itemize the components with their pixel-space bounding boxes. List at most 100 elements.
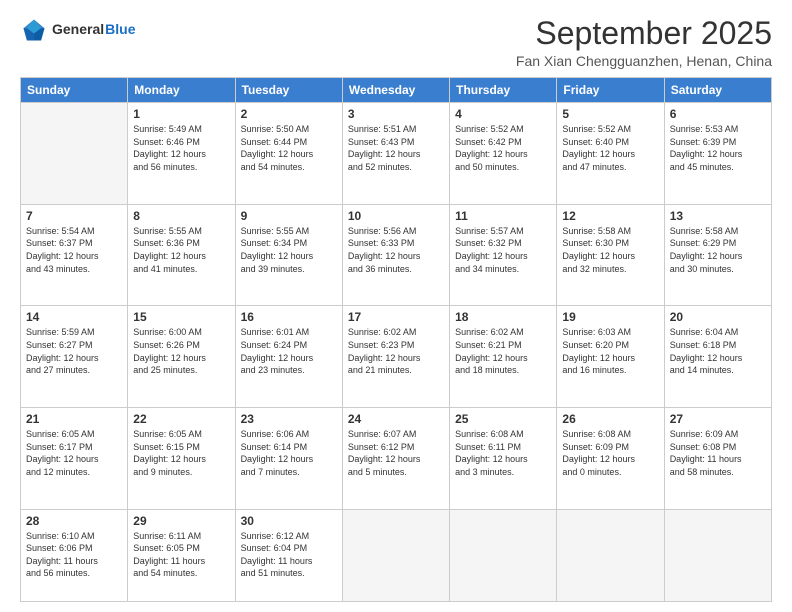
day-info: Sunrise: 6:02 AMSunset: 6:21 PMDaylight:… <box>455 326 551 376</box>
calendar-week-4: 21 Sunrise: 6:05 AMSunset: 6:17 PMDaylig… <box>21 408 772 510</box>
day-number: 8 <box>133 209 229 223</box>
calendar-week-5: 28 Sunrise: 6:10 AMSunset: 6:06 PMDaylig… <box>21 509 772 601</box>
day-info: Sunrise: 6:02 AMSunset: 6:23 PMDaylight:… <box>348 326 444 376</box>
calendar-cell: 28 Sunrise: 6:10 AMSunset: 6:06 PMDaylig… <box>21 509 128 601</box>
calendar-cell: 20 Sunrise: 6:04 AMSunset: 6:18 PMDaylig… <box>664 306 771 408</box>
day-number: 26 <box>562 412 658 426</box>
day-number: 11 <box>455 209 551 223</box>
day-number: 17 <box>348 310 444 324</box>
calendar-cell: 16 Sunrise: 6:01 AMSunset: 6:24 PMDaylig… <box>235 306 342 408</box>
day-info: Sunrise: 6:08 AMSunset: 6:11 PMDaylight:… <box>455 428 551 478</box>
day-number: 28 <box>26 514 122 528</box>
day-info: Sunrise: 6:11 AMSunset: 6:05 PMDaylight:… <box>133 530 229 580</box>
logo-general: General <box>52 22 104 37</box>
calendar-cell: 10 Sunrise: 5:56 AMSunset: 6:33 PMDaylig… <box>342 204 449 306</box>
calendar-cell <box>21 103 128 205</box>
calendar-cell: 1 Sunrise: 5:49 AMSunset: 6:46 PMDayligh… <box>128 103 235 205</box>
page: General Blue September 2025 Fan Xian Che… <box>0 0 792 612</box>
day-number: 24 <box>348 412 444 426</box>
calendar-cell: 4 Sunrise: 5:52 AMSunset: 6:42 PMDayligh… <box>450 103 557 205</box>
calendar-header-monday: Monday <box>128 78 235 103</box>
calendar-cell: 17 Sunrise: 6:02 AMSunset: 6:23 PMDaylig… <box>342 306 449 408</box>
calendar-cell: 3 Sunrise: 5:51 AMSunset: 6:43 PMDayligh… <box>342 103 449 205</box>
day-number: 27 <box>670 412 766 426</box>
calendar-cell: 18 Sunrise: 6:02 AMSunset: 6:21 PMDaylig… <box>450 306 557 408</box>
calendar-cell <box>450 509 557 601</box>
calendar-cell: 13 Sunrise: 5:58 AMSunset: 6:29 PMDaylig… <box>664 204 771 306</box>
day-info: Sunrise: 5:52 AMSunset: 6:42 PMDaylight:… <box>455 123 551 173</box>
calendar-header-friday: Friday <box>557 78 664 103</box>
day-number: 7 <box>26 209 122 223</box>
day-info: Sunrise: 5:59 AMSunset: 6:27 PMDaylight:… <box>26 326 122 376</box>
day-info: Sunrise: 6:05 AMSunset: 6:17 PMDaylight:… <box>26 428 122 478</box>
day-number: 16 <box>241 310 337 324</box>
calendar-week-1: 1 Sunrise: 5:49 AMSunset: 6:46 PMDayligh… <box>21 103 772 205</box>
day-info: Sunrise: 6:09 AMSunset: 6:08 PMDaylight:… <box>670 428 766 478</box>
day-number: 2 <box>241 107 337 121</box>
calendar-cell: 7 Sunrise: 5:54 AMSunset: 6:37 PMDayligh… <box>21 204 128 306</box>
calendar-header-thursday: Thursday <box>450 78 557 103</box>
calendar-week-2: 7 Sunrise: 5:54 AMSunset: 6:37 PMDayligh… <box>21 204 772 306</box>
day-info: Sunrise: 5:55 AMSunset: 6:34 PMDaylight:… <box>241 225 337 275</box>
calendar-cell: 15 Sunrise: 6:00 AMSunset: 6:26 PMDaylig… <box>128 306 235 408</box>
day-info: Sunrise: 6:00 AMSunset: 6:26 PMDaylight:… <box>133 326 229 376</box>
day-number: 23 <box>241 412 337 426</box>
day-info: Sunrise: 6:05 AMSunset: 6:15 PMDaylight:… <box>133 428 229 478</box>
day-number: 1 <box>133 107 229 121</box>
calendar-cell <box>664 509 771 601</box>
calendar-cell: 8 Sunrise: 5:55 AMSunset: 6:36 PMDayligh… <box>128 204 235 306</box>
day-number: 13 <box>670 209 766 223</box>
calendar-header-sunday: Sunday <box>21 78 128 103</box>
day-info: Sunrise: 6:03 AMSunset: 6:20 PMDaylight:… <box>562 326 658 376</box>
day-number: 22 <box>133 412 229 426</box>
month-title: September 2025 <box>516 16 772 51</box>
day-number: 5 <box>562 107 658 121</box>
day-info: Sunrise: 5:58 AMSunset: 6:30 PMDaylight:… <box>562 225 658 275</box>
day-info: Sunrise: 5:56 AMSunset: 6:33 PMDaylight:… <box>348 225 444 275</box>
day-info: Sunrise: 5:55 AMSunset: 6:36 PMDaylight:… <box>133 225 229 275</box>
calendar-header-saturday: Saturday <box>664 78 771 103</box>
calendar-cell: 21 Sunrise: 6:05 AMSunset: 6:17 PMDaylig… <box>21 408 128 510</box>
logo-text: General Blue <box>52 22 135 37</box>
day-number: 10 <box>348 209 444 223</box>
calendar-cell: 23 Sunrise: 6:06 AMSunset: 6:14 PMDaylig… <box>235 408 342 510</box>
logo: General Blue <box>20 16 135 44</box>
day-info: Sunrise: 5:57 AMSunset: 6:32 PMDaylight:… <box>455 225 551 275</box>
calendar-cell: 9 Sunrise: 5:55 AMSunset: 6:34 PMDayligh… <box>235 204 342 306</box>
day-number: 30 <box>241 514 337 528</box>
calendar-cell: 12 Sunrise: 5:58 AMSunset: 6:30 PMDaylig… <box>557 204 664 306</box>
calendar-cell: 24 Sunrise: 6:07 AMSunset: 6:12 PMDaylig… <box>342 408 449 510</box>
calendar-cell: 25 Sunrise: 6:08 AMSunset: 6:11 PMDaylig… <box>450 408 557 510</box>
day-info: Sunrise: 6:01 AMSunset: 6:24 PMDaylight:… <box>241 326 337 376</box>
logo-icon <box>20 16 48 44</box>
calendar-cell: 2 Sunrise: 5:50 AMSunset: 6:44 PMDayligh… <box>235 103 342 205</box>
day-number: 29 <box>133 514 229 528</box>
day-info: Sunrise: 5:49 AMSunset: 6:46 PMDaylight:… <box>133 123 229 173</box>
day-info: Sunrise: 5:53 AMSunset: 6:39 PMDaylight:… <box>670 123 766 173</box>
day-info: Sunrise: 5:58 AMSunset: 6:29 PMDaylight:… <box>670 225 766 275</box>
calendar-cell: 6 Sunrise: 5:53 AMSunset: 6:39 PMDayligh… <box>664 103 771 205</box>
logo-blue: Blue <box>105 22 135 37</box>
day-number: 12 <box>562 209 658 223</box>
calendar: SundayMondayTuesdayWednesdayThursdayFrid… <box>20 77 772 602</box>
day-info: Sunrise: 5:52 AMSunset: 6:40 PMDaylight:… <box>562 123 658 173</box>
calendar-cell <box>557 509 664 601</box>
day-info: Sunrise: 6:06 AMSunset: 6:14 PMDaylight:… <box>241 428 337 478</box>
day-number: 15 <box>133 310 229 324</box>
calendar-cell <box>342 509 449 601</box>
day-info: Sunrise: 6:12 AMSunset: 6:04 PMDaylight:… <box>241 530 337 580</box>
calendar-cell: 26 Sunrise: 6:08 AMSunset: 6:09 PMDaylig… <box>557 408 664 510</box>
day-number: 18 <box>455 310 551 324</box>
location-title: Fan Xian Chengguanzhen, Henan, China <box>516 53 772 69</box>
calendar-cell: 22 Sunrise: 6:05 AMSunset: 6:15 PMDaylig… <box>128 408 235 510</box>
calendar-header-wednesday: Wednesday <box>342 78 449 103</box>
day-number: 20 <box>670 310 766 324</box>
calendar-cell: 5 Sunrise: 5:52 AMSunset: 6:40 PMDayligh… <box>557 103 664 205</box>
day-info: Sunrise: 6:04 AMSunset: 6:18 PMDaylight:… <box>670 326 766 376</box>
calendar-cell: 29 Sunrise: 6:11 AMSunset: 6:05 PMDaylig… <box>128 509 235 601</box>
header: General Blue September 2025 Fan Xian Che… <box>20 16 772 69</box>
calendar-week-3: 14 Sunrise: 5:59 AMSunset: 6:27 PMDaylig… <box>21 306 772 408</box>
day-info: Sunrise: 5:54 AMSunset: 6:37 PMDaylight:… <box>26 225 122 275</box>
calendar-cell: 30 Sunrise: 6:12 AMSunset: 6:04 PMDaylig… <box>235 509 342 601</box>
calendar-cell: 19 Sunrise: 6:03 AMSunset: 6:20 PMDaylig… <box>557 306 664 408</box>
